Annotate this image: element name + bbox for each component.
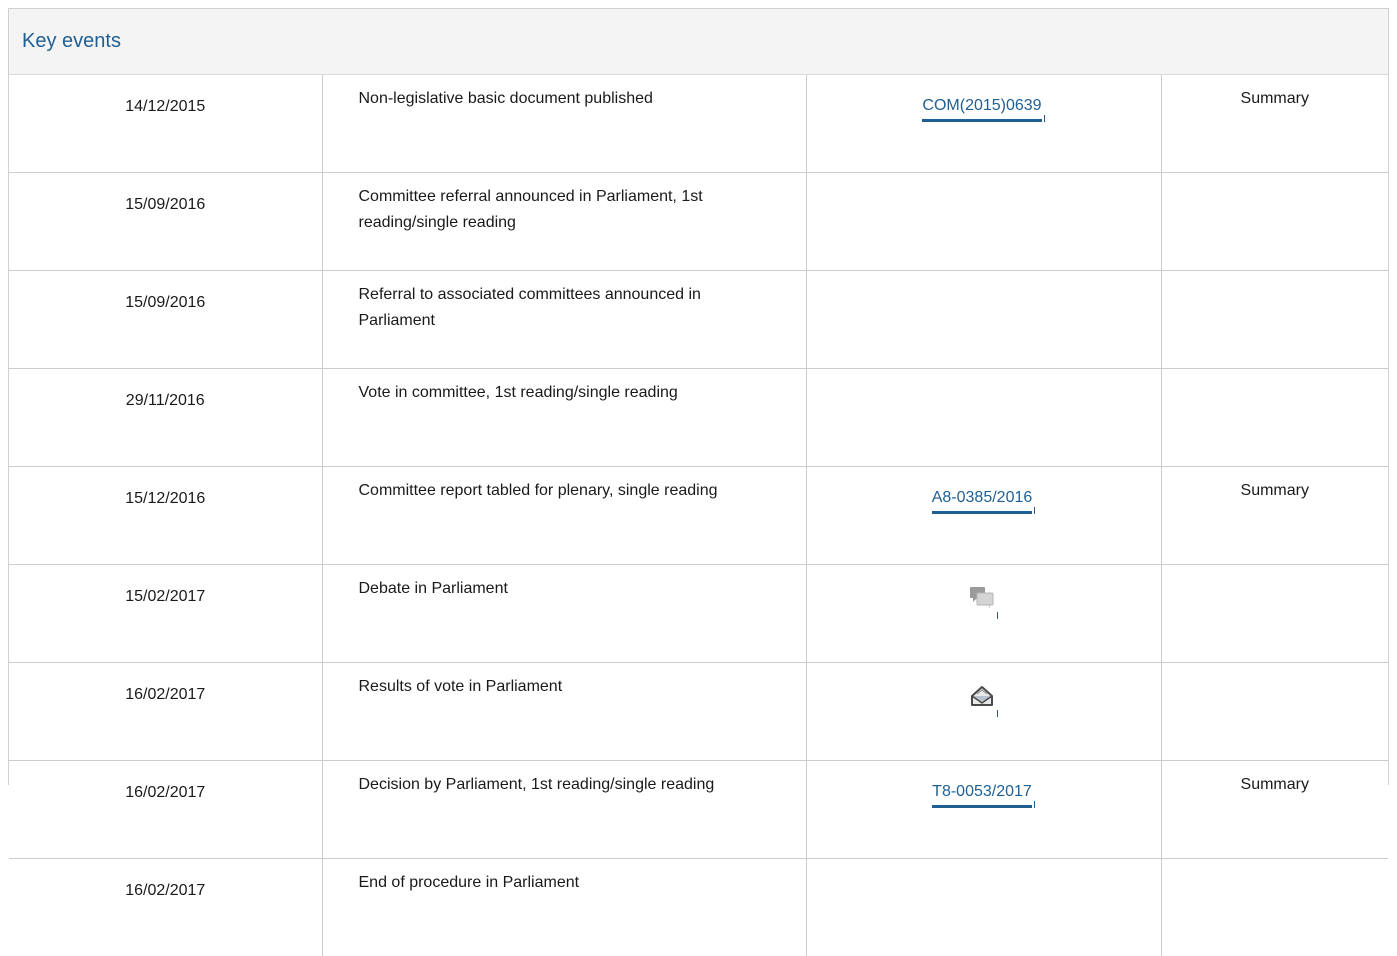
- event-document-cell: [806, 859, 1161, 956]
- link-marker: [1034, 801, 1035, 808]
- table-row: 15/09/2016Committee referral announced i…: [9, 173, 1388, 271]
- event-description: Non-legislative basic document published: [322, 75, 806, 173]
- event-document-cell: [806, 271, 1161, 369]
- panel-title: Key events: [22, 30, 121, 53]
- event-date: 14/12/2015: [9, 75, 322, 173]
- document-link[interactable]: T8-0053/2017: [932, 780, 1032, 808]
- debate-icon[interactable]: [969, 586, 995, 619]
- event-date: 16/02/2017: [9, 859, 322, 956]
- event-summary: [1161, 565, 1388, 663]
- event-description: Referral to associated committees announ…: [322, 271, 806, 369]
- event-date: 16/02/2017: [9, 761, 322, 859]
- event-summary: [1161, 271, 1388, 369]
- event-summary[interactable]: Summary: [1161, 467, 1388, 565]
- event-date: 15/12/2016: [9, 467, 322, 565]
- event-description: Committee report tabled for plenary, sin…: [322, 467, 806, 565]
- event-date: 15/09/2016: [9, 173, 322, 271]
- event-document-cell: [806, 663, 1161, 761]
- event-description: Debate in Parliament: [322, 565, 806, 663]
- event-description: End of procedure in Parliament: [322, 859, 806, 956]
- panel-header: Key events: [9, 9, 1388, 75]
- table-row: 14/12/2015Non-legislative basic document…: [9, 75, 1388, 173]
- event-date: 29/11/2016: [9, 369, 322, 467]
- key-events-panel: Key events 14/12/2015Non-legislative bas…: [8, 8, 1389, 785]
- table-row: 16/02/2017Results of vote in Parliament: [9, 663, 1388, 761]
- event-document-cell: A8-0385/2016: [806, 467, 1161, 565]
- event-summary: [1161, 663, 1388, 761]
- event-summary[interactable]: Summary: [1161, 75, 1388, 173]
- key-events-table: 14/12/2015Non-legislative basic document…: [9, 75, 1388, 956]
- event-document-cell: [806, 565, 1161, 663]
- table-row: 15/12/2016Committee report tabled for pl…: [9, 467, 1388, 565]
- link-marker: [1034, 507, 1035, 514]
- event-date: 15/09/2016: [9, 271, 322, 369]
- document-link[interactable]: COM(2015)0639: [922, 94, 1041, 122]
- event-summary: [1161, 859, 1388, 956]
- table-row: 16/02/2017Decision by Parliament, 1st re…: [9, 761, 1388, 859]
- table-row: 15/02/2017Debate in Parliament: [9, 565, 1388, 663]
- event-description: Committee referral announced in Parliame…: [322, 173, 806, 271]
- event-document-cell: COM(2015)0639: [806, 75, 1161, 173]
- event-date: 16/02/2017: [9, 663, 322, 761]
- table-row: 29/11/2016Vote in committee, 1st reading…: [9, 369, 1388, 467]
- vote-results-icon[interactable]: [969, 684, 995, 717]
- link-marker: [1044, 115, 1045, 122]
- table-row: 16/02/2017End of procedure in Parliament: [9, 859, 1388, 956]
- document-link[interactable]: A8-0385/2016: [932, 486, 1033, 514]
- link-marker: [997, 710, 998, 717]
- event-description: Decision by Parliament, 1st reading/sing…: [322, 761, 806, 859]
- event-summary: [1161, 173, 1388, 271]
- event-description: Vote in committee, 1st reading/single re…: [322, 369, 806, 467]
- event-date: 15/02/2017: [9, 565, 322, 663]
- event-document-cell: [806, 173, 1161, 271]
- table-row: 15/09/2016Referral to associated committ…: [9, 271, 1388, 369]
- link-marker: [997, 612, 998, 619]
- event-document-cell: [806, 369, 1161, 467]
- event-summary: [1161, 369, 1388, 467]
- event-description: Results of vote in Parliament: [322, 663, 806, 761]
- event-summary[interactable]: Summary: [1161, 761, 1388, 859]
- event-document-cell: T8-0053/2017: [806, 761, 1161, 859]
